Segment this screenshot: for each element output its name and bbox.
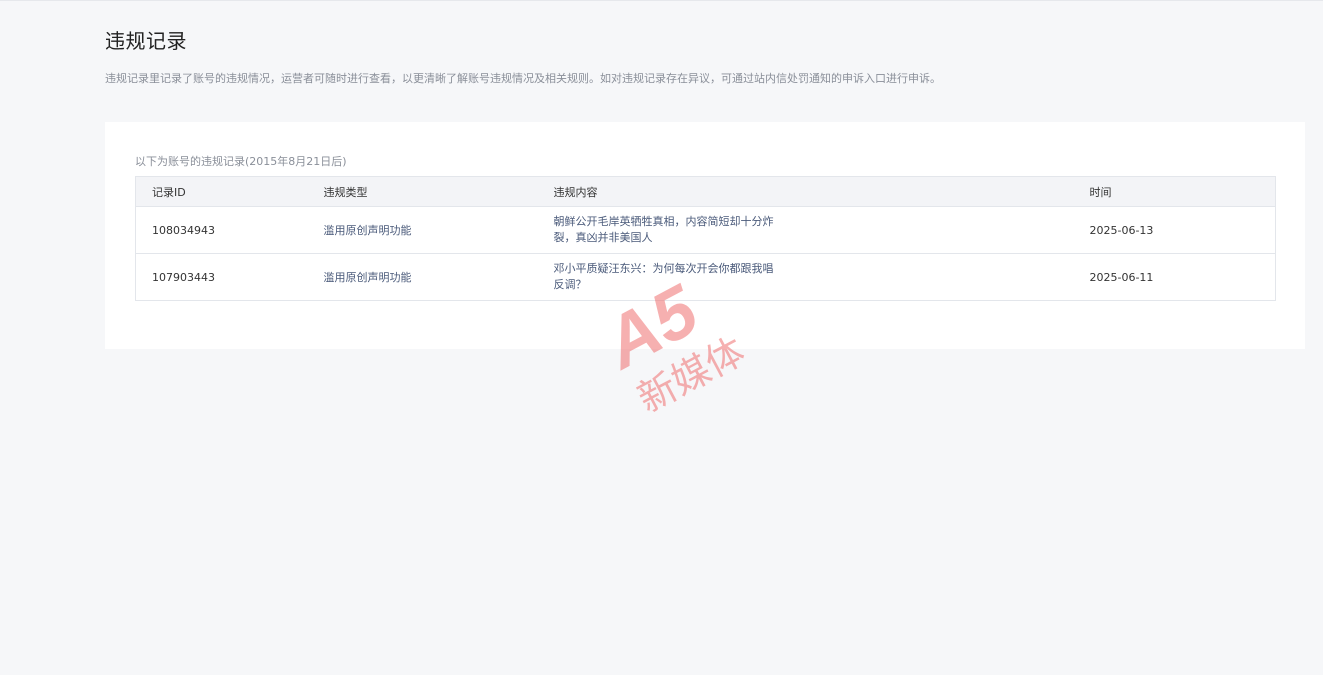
table-header-row: 记录ID 违规类型 违规内容 时间 <box>135 176 1276 207</box>
column-header-time: 时间 <box>1073 176 1276 207</box>
violation-type: 滥用原创声明功能 <box>307 253 538 301</box>
table-body: 108034943 滥用原创声明功能 朝鲜公开毛岸英牺牲真相，内容简短却十分炸裂… <box>135 206 1276 301</box>
records-caption: 以下为账号的违规记录(2015年8月21日后) <box>135 155 347 168</box>
table-header: 记录ID 违规类型 违规内容 时间 <box>135 176 1276 207</box>
violation-content: 邓小平质疑汪东兴：为何每次开会你都跟我唱反调？ <box>537 253 1074 301</box>
violation-content-text: 邓小平质疑汪东兴：为何每次开会你都跟我唱反调？ <box>553 262 774 291</box>
record-id: 107903443 <box>135 253 308 301</box>
violation-content: 朝鲜公开毛岸英牺牲真相，内容简短却十分炸裂，真凶并非美国人 <box>537 206 1074 254</box>
table-row: 107903443 滥用原创声明功能 邓小平质疑汪东兴：为何每次开会你都跟我唱反… <box>135 253 1276 301</box>
page-title: 违规记录 <box>105 29 187 53</box>
record-time: 2025-06-13 <box>1073 206 1276 254</box>
column-header-record-id: 记录ID <box>135 176 308 207</box>
violation-type: 滥用原创声明功能 <box>307 206 538 254</box>
record-id: 108034943 <box>135 206 308 254</box>
column-header-violation-content: 违规内容 <box>537 176 1074 207</box>
violation-records-table: 记录ID 违规类型 违规内容 时间 108034943 滥用原创声明功能 朝鲜公… <box>135 176 1276 301</box>
records-card: 以下为账号的违规记录(2015年8月21日后) 记录ID 违规类型 违规内容 时… <box>105 122 1305 349</box>
record-time: 2025-06-11 <box>1073 253 1276 301</box>
column-header-violation-type: 违规类型 <box>307 176 538 207</box>
table-row: 108034943 滥用原创声明功能 朝鲜公开毛岸英牺牲真相，内容简短却十分炸裂… <box>135 206 1276 254</box>
violation-content-text: 朝鲜公开毛岸英牺牲真相，内容简短却十分炸裂，真凶并非美国人 <box>553 215 774 244</box>
page-description: 违规记录里记录了账号的违规情况，运营者可随时进行查看，以更清晰了解账号违规情况及… <box>105 72 941 85</box>
